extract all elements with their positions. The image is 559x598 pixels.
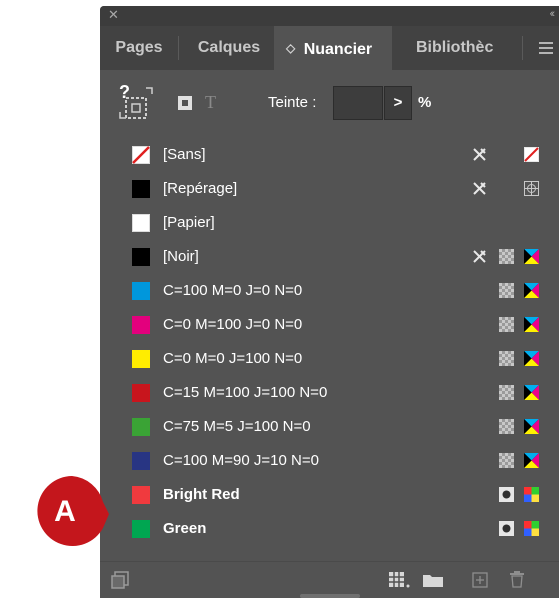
swatch-color-chip	[132, 452, 150, 470]
trash-icon[interactable]	[509, 570, 525, 588]
process-mode-icon	[498, 418, 515, 435]
no-edit-icon	[471, 248, 488, 265]
tint-label: Teinte :	[268, 94, 317, 111]
tab-bibliotheques-label: Bibliothèc	[416, 39, 494, 56]
panel-menu-icon[interactable]	[539, 42, 553, 54]
text-format-icon[interactable]: T	[205, 92, 216, 113]
resize-grip[interactable]	[300, 594, 360, 598]
swatch-row[interactable]: Bright Red	[100, 478, 559, 512]
swatch-row[interactable]: [Sans]	[100, 138, 559, 172]
callout-a: A	[37, 476, 109, 546]
tab-pages-label: Pages	[115, 39, 163, 56]
panel-tabs: Pages Calques ◇ Nuancier Bibliothèc	[100, 26, 559, 70]
swatch-row[interactable]: C=100 M=0 J=0 N=0	[100, 274, 559, 308]
swatch-color-chip	[132, 418, 150, 436]
swatch-name: [Papier]	[163, 214, 215, 231]
cmyk-mode-icon	[523, 248, 540, 265]
swatch-name: C=100 M=90 J=10 N=0	[163, 452, 319, 469]
swatch-row[interactable]: C=75 M=5 J=100 N=0	[100, 410, 559, 444]
swatches-panel: ✕ ‹‹ Pages Calques ◇ Nuancier Bibliothèc…	[100, 6, 559, 598]
swatch-toolbar: ? T Teinte : > %	[100, 70, 559, 138]
swatch-color-chip	[132, 248, 150, 266]
fill-stroke-swap-icon[interactable]: ?	[116, 82, 158, 124]
swatch-color-chip	[132, 486, 150, 504]
tab-nuancier[interactable]: ◇ Nuancier	[274, 26, 392, 70]
swatch-name: [Repérage]	[163, 180, 238, 197]
swatch-name: [Sans]	[163, 146, 206, 163]
swatch-color-chip	[132, 350, 150, 368]
rgb-mode-icon	[523, 520, 540, 537]
cmyk-mode-icon	[523, 384, 540, 401]
folder-icon[interactable]	[422, 572, 444, 588]
process-mode-icon	[498, 384, 515, 401]
new-swatch-icon[interactable]	[472, 572, 488, 588]
close-icon[interactable]: ✕	[108, 7, 119, 23]
panel-titlebar: ✕ ‹‹	[100, 6, 559, 26]
tab-pages[interactable]: Pages	[100, 26, 178, 70]
tint-input[interactable]	[333, 86, 383, 120]
cmyk-mode-icon	[523, 418, 540, 435]
swatch-row[interactable]: Green	[100, 512, 559, 546]
cmyk-mode-icon	[523, 350, 540, 367]
tab-calques[interactable]: Calques	[186, 26, 272, 70]
tab-nuancier-label: Nuancier	[303, 41, 373, 58]
process-mode-icon	[498, 316, 515, 333]
rgb-mode-icon	[523, 486, 540, 503]
swatch-row[interactable]: [Noir]	[100, 240, 559, 274]
cmyk-mode-icon	[523, 452, 540, 469]
spot-mode-icon	[498, 520, 515, 537]
collapse-icon[interactable]: ‹‹	[550, 8, 556, 20]
callout-label: A	[54, 495, 76, 528]
percent-label: %	[418, 94, 432, 111]
swatch-row[interactable]: C=15 M=100 J=100 N=0	[100, 376, 559, 410]
process-mode-icon	[498, 452, 515, 469]
swatch-row[interactable]: C=100 M=90 J=10 N=0	[100, 444, 559, 478]
swatch-color-chip	[132, 282, 150, 300]
tab-bibliotheques[interactable]: Bibliothèc	[392, 26, 522, 70]
swatch-name: C=15 M=100 J=100 N=0	[163, 384, 328, 401]
swatch-name: C=0 M=0 J=100 N=0	[163, 350, 303, 367]
panel-footer	[100, 561, 559, 598]
swatch-color-chip	[132, 520, 150, 538]
tint-dropdown-button[interactable]: >	[384, 86, 412, 120]
swatch-color-chip	[132, 384, 150, 402]
swatch-row[interactable]: C=0 M=0 J=100 N=0	[100, 342, 559, 376]
swatch-color-chip	[132, 214, 150, 232]
no-edit-icon	[471, 146, 488, 163]
process-mode-icon	[498, 282, 515, 299]
new-color-group-icon[interactable]	[388, 570, 412, 590]
swatch-name: C=100 M=0 J=0 N=0	[163, 282, 303, 299]
chevron-right-icon: >	[393, 94, 403, 111]
swatch-row[interactable]: C=0 M=100 J=0 N=0	[100, 308, 559, 342]
swatch-name: Bright Red	[163, 486, 240, 503]
registration-type-icon	[523, 180, 540, 197]
swatch-row[interactable]: [Papier]	[100, 206, 559, 240]
swatch-name: C=0 M=100 J=0 N=0	[163, 316, 303, 333]
tab-sort-icon: ◇	[286, 41, 296, 55]
swatch-color-chip	[132, 316, 150, 334]
swatch-row[interactable]: [Repérage]	[100, 172, 559, 206]
none-type-icon	[523, 146, 540, 163]
cmyk-mode-icon	[523, 282, 540, 299]
process-mode-icon	[498, 248, 515, 265]
swatch-name: Green	[163, 520, 207, 537]
cmyk-mode-icon	[523, 316, 540, 333]
tab-calques-label: Calques	[197, 39, 261, 56]
swatch-name: C=75 M=5 J=100 N=0	[163, 418, 311, 435]
show-all-swatches-icon[interactable]	[110, 570, 130, 590]
container-format-icon[interactable]	[178, 96, 192, 110]
none-swatch-chip	[132, 146, 150, 164]
swatch-name: [Noir]	[163, 248, 199, 265]
spot-mode-icon	[498, 486, 515, 503]
process-mode-icon	[498, 350, 515, 367]
no-edit-icon	[471, 180, 488, 197]
swatch-color-chip	[132, 180, 150, 198]
